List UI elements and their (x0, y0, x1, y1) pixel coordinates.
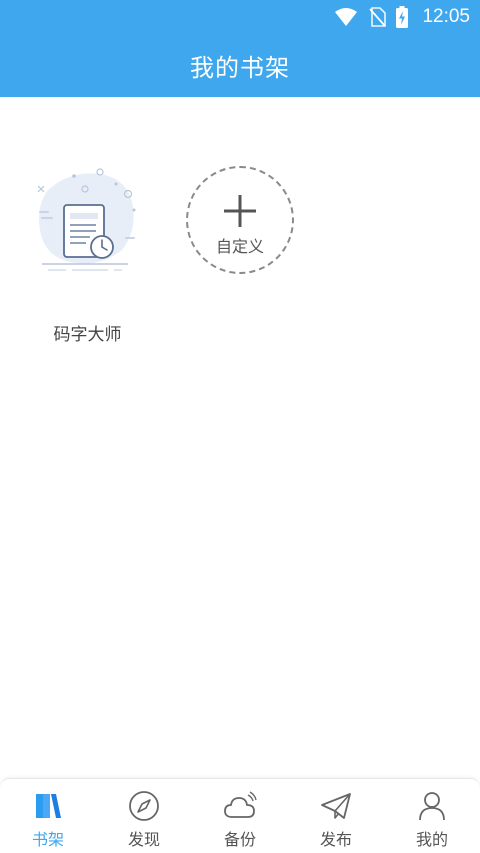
no-sim-icon (369, 7, 387, 27)
bookshelf-icon (36, 794, 61, 818)
tab-label: 书架 (31, 830, 64, 849)
tab-backup[interactable]: 备份 (192, 779, 288, 853)
status-icons: 12:05 (334, 5, 470, 29)
add-custom-button[interactable]: 自定义 (186, 166, 294, 274)
paper-plane-icon (321, 793, 351, 819)
tab-label: 备份 (223, 830, 256, 849)
app-header: 12:05 我的书架 (0, 0, 480, 97)
tab-label: 我的 (415, 830, 448, 849)
tab-discover[interactable]: 发现 (96, 779, 192, 853)
page-title: 我的书架 (190, 54, 290, 82)
user-icon (419, 792, 445, 821)
status-bar: 12:05 (0, 0, 480, 34)
bottom-tab-bar: 书架 发现 备份 发布 我的 (0, 778, 480, 853)
battery-charging-icon (396, 6, 409, 28)
wifi-icon (335, 8, 358, 26)
tab-mine[interactable]: 我的 (384, 779, 480, 853)
status-time: 12:05 (422, 6, 470, 27)
tab-label: 发现 (127, 830, 160, 849)
tab-bookshelf[interactable]: 书架 (0, 779, 96, 853)
plus-icon (224, 195, 256, 227)
book-cover-mazidashi[interactable] (30, 160, 145, 280)
tab-publish[interactable]: 发布 (288, 779, 384, 853)
app-root: 12:05 我的书架 码字大师 自定义 书架 发现 备份 发布 我的 (0, 0, 480, 853)
add-custom-label: 自定义 (215, 237, 264, 256)
document-clock-icon (37, 168, 136, 271)
book-title[interactable]: 码字大师 (30, 320, 145, 345)
compass-icon (129, 791, 159, 821)
tab-label: 发布 (319, 830, 352, 849)
cloud-icon (224, 791, 257, 818)
